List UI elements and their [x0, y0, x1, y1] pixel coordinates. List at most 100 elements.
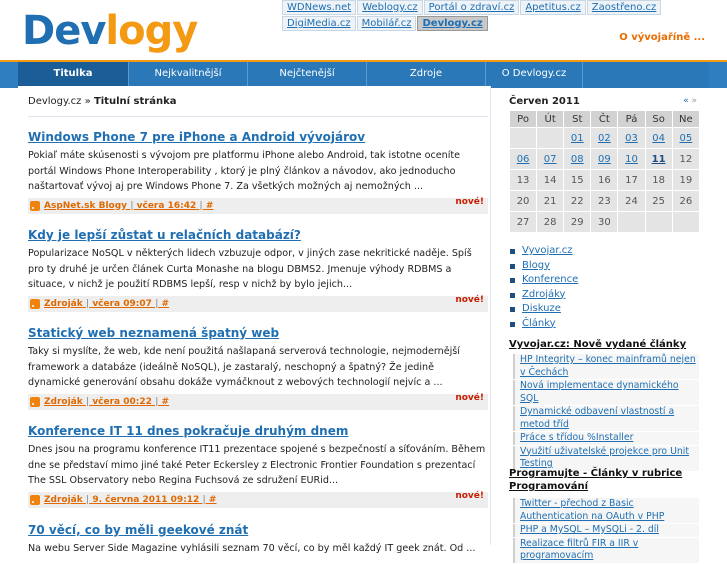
network-link-devlogy[interactable]: Devlogy.cz	[417, 16, 488, 31]
article-source[interactable]: Zdroják	[44, 299, 83, 309]
calendar-day: 24	[617, 190, 646, 212]
rss-icon	[30, 298, 40, 309]
calendar-day-link[interactable]: 09	[598, 154, 611, 165]
calendar-day: 30	[590, 211, 619, 233]
calendar-day	[644, 211, 673, 233]
calendar-dow: So	[644, 110, 673, 128]
article-title[interactable]: 70 věcí, co by měli geekové znát	[28, 523, 488, 538]
article-permalink[interactable]: #	[209, 495, 217, 505]
category-link[interactable]: Články	[522, 318, 556, 329]
calendar-day-link[interactable]: 08	[571, 154, 584, 165]
calendar-day: 21	[536, 190, 565, 212]
programujte-article-link[interactable]: PHP a MySQL – MySQLi - 2. díl	[513, 524, 699, 537]
header: Devlogy WDNews.net Weblogy.cz Portál o zdr…	[0, 0, 727, 60]
about-tagline-link[interactable]: O vývojaříně ...	[619, 32, 705, 43]
calendar-day: 01	[563, 127, 592, 149]
nav-item-nejkvalitnejsi[interactable]: Nejkvalitnější	[129, 62, 248, 88]
calendar-day: 26	[671, 190, 701, 212]
article-permalink[interactable]: #	[162, 299, 170, 309]
programujte-article-link[interactable]: Twitter - přechod z Basic Authentication…	[513, 498, 699, 523]
vyvojar-article-link[interactable]: Práce s třídou %Installer	[513, 432, 699, 445]
network-link-zdravi[interactable]: Portál o zdraví.cz	[423, 0, 520, 15]
calendar-day: 23	[590, 190, 619, 212]
article-permalink[interactable]: #	[206, 201, 214, 211]
vyvojar-article-link[interactable]: Dynamické odbavení vlastností a metod tř…	[513, 406, 699, 431]
programujte-article-link[interactable]: Realizace filtrů FIR a IIR v programovac…	[513, 537, 699, 563]
article-permalink[interactable]: #	[162, 397, 170, 407]
category-link[interactable]: Blogy	[522, 260, 550, 271]
calendar-day-link[interactable]: 03	[625, 133, 638, 144]
calendar-day-today: 11	[644, 148, 673, 170]
article-title[interactable]: Kdy je lepší zůstat u relačních databází…	[28, 228, 488, 243]
nav-item-o-devlogy[interactable]: O Devlogy.cz	[486, 62, 583, 88]
article-excerpt: Popularizace NoSQL v některých lidech vz…	[28, 248, 472, 290]
article-item: Kdy je lepší zůstat u relačních databází…	[28, 228, 488, 312]
calendar-day: 12	[671, 148, 701, 170]
category-link[interactable]: Konference	[522, 274, 578, 285]
calendar-day-link[interactable]: 06	[517, 154, 530, 165]
calendar-day-link[interactable]: 11	[652, 154, 666, 165]
article-date[interactable]: včera 16:42	[137, 201, 197, 211]
category-item: Diskuze	[509, 302, 578, 317]
network-link-weblogy[interactable]: Weblogy.cz	[357, 0, 423, 15]
calendar-dow: St	[563, 110, 592, 128]
calendar-day: 17	[617, 169, 646, 191]
calendar-table: Po Út St Čt Pá So Ne 01 02 03 04 05 06 0…	[508, 110, 701, 233]
logo-part-logy: logy	[105, 8, 198, 54]
calendar-day: 15	[563, 169, 592, 191]
calendar-day: 18	[644, 169, 673, 191]
article-title[interactable]: Konference IT 11 dnes pokračuje druhým d…	[28, 424, 488, 439]
sidebar: Červen 2011 « » Po Út St Čt Pá So Ne 01 …	[508, 86, 709, 563]
network-link-apetitus[interactable]: Apetitus.cz	[520, 0, 586, 15]
site-logo[interactable]: Devlogy	[22, 8, 198, 54]
article-excerpt: Pokiaľ máte skúsenosti s vývojom pre pla…	[28, 150, 461, 192]
network-link-digimedia[interactable]: DigiMedia.cz	[282, 16, 356, 31]
nav-item-zdroje[interactable]: Zdroje	[367, 62, 486, 88]
category-item: Blogy	[509, 259, 578, 274]
calendar-day: 02	[590, 127, 619, 149]
category-item: Vyvojar.cz	[509, 244, 578, 259]
network-link-wdnews[interactable]: WDNews.net	[282, 0, 357, 15]
calendar-day: 27	[508, 211, 538, 233]
category-link[interactable]: Vyvojar.cz	[522, 245, 573, 256]
calendar-day-link[interactable]: 05	[680, 133, 693, 144]
calendar-prev-link[interactable]: «	[683, 96, 689, 106]
calendar-day: 07	[536, 148, 565, 170]
article-source[interactable]: AspNet.sk Blogy	[44, 201, 127, 211]
network-link-mobilar[interactable]: Mobilář.cz	[356, 16, 417, 31]
vyvojar-article-list: HP Integrity – konec mainframů nejen v Č…	[513, 354, 699, 472]
vyvojar-article-link[interactable]: Nová implementace dynamického SQL	[513, 380, 699, 405]
calendar-day-link[interactable]: 01	[571, 133, 584, 144]
article-date[interactable]: včera 00:22	[92, 397, 152, 407]
article-source[interactable]: Zdroják	[44, 495, 83, 505]
breadcrumb-divider	[28, 116, 488, 117]
category-link[interactable]: Zdrojáky	[522, 289, 565, 300]
vyvojar-article-link[interactable]: HP Integrity – konec mainframů nejen v Č…	[513, 354, 699, 379]
article-title[interactable]: Windows Phone 7 pre iPhone a Android výv…	[28, 130, 488, 145]
calendar-day-link[interactable]: 07	[544, 154, 557, 165]
calendar-day-link[interactable]: 02	[598, 133, 611, 144]
network-link-zaostreno[interactable]: Zaostřeno.cz	[586, 0, 662, 15]
nav-item-nejctenejsi[interactable]: Nejčtenější	[248, 62, 367, 88]
article-source[interactable]: Zdroják	[44, 397, 83, 407]
article-meta: AspNet.sk Blogy | včera 16:42 | # nové!	[28, 197, 488, 214]
article-meta: Zdroják | včera 00:22 | # nové!	[28, 393, 488, 410]
article-date[interactable]: 9. června 2011 09:12	[92, 495, 199, 505]
calendar-day: 25	[644, 190, 673, 212]
article-date[interactable]: včera 09:07	[92, 299, 152, 309]
calendar-day: 16	[590, 169, 619, 191]
calendar-day	[617, 211, 646, 233]
nav-item-titulka[interactable]: Titulka	[18, 62, 129, 88]
article-title[interactable]: Statický web neznamená špatný web	[28, 326, 488, 341]
calendar-day: 03	[617, 127, 646, 149]
calendar-dow: Pá	[617, 110, 646, 128]
programujte-section-title[interactable]: Programujte - Články v rubrice Programov…	[509, 467, 699, 493]
breadcrumb-site[interactable]: Devlogy.cz	[28, 96, 81, 107]
vyvojar-section-title[interactable]: Vyvojar.cz: Nově vydané články	[509, 338, 686, 351]
calendar-day-link[interactable]: 04	[652, 133, 665, 144]
calendar-day-link[interactable]: 10	[625, 154, 638, 165]
calendar-dow: Ne	[671, 110, 701, 128]
category-item: Články	[509, 317, 578, 332]
category-link[interactable]: Diskuze	[522, 303, 561, 314]
calendar-dow: Po	[508, 110, 538, 128]
